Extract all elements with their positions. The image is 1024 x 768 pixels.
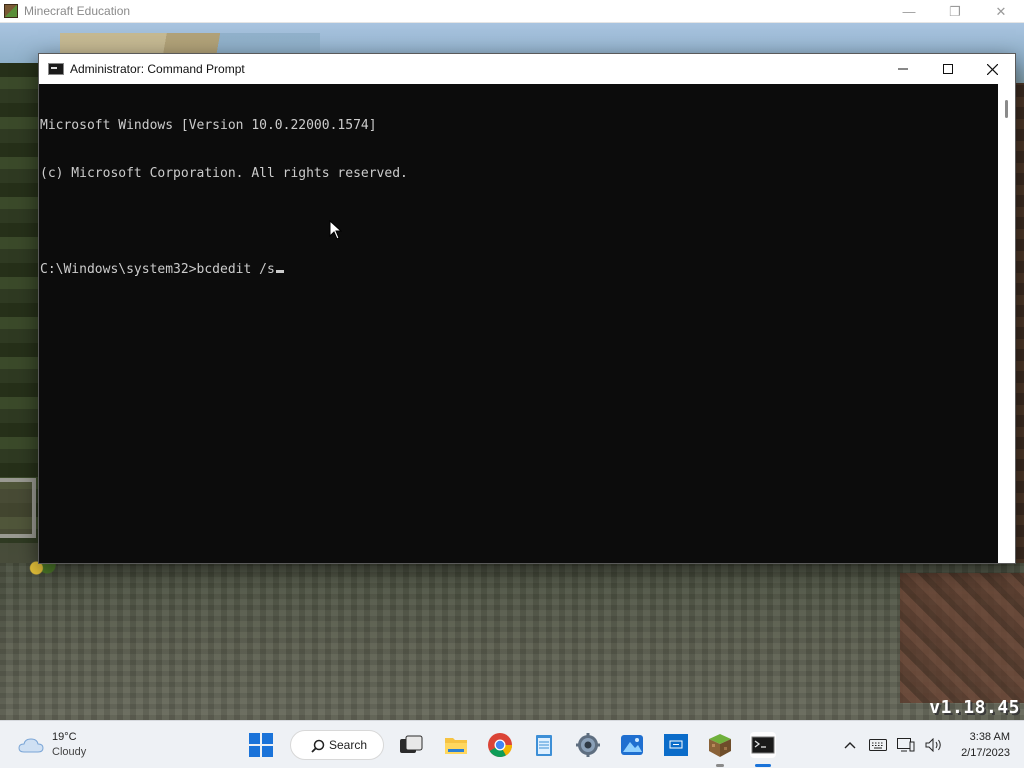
grass-ground xyxy=(0,563,1024,720)
cmd-window-controls xyxy=(880,54,1015,84)
taskbar-search-button[interactable]: Search xyxy=(290,730,384,760)
keyboard-button[interactable] xyxy=(868,735,888,755)
photos-icon xyxy=(621,735,643,755)
weather-widget[interactable]: 19°C Cloudy xyxy=(18,730,86,760)
cmd-minimize-button[interactable] xyxy=(880,54,925,84)
weather-temperature: 19°C xyxy=(52,731,77,743)
app-minimize-button[interactable]: — xyxy=(886,0,932,23)
start-icon-tile xyxy=(262,733,273,744)
show-hidden-icons-button[interactable] xyxy=(840,735,860,755)
photos-button[interactable] xyxy=(619,732,645,758)
minecraft-icon xyxy=(709,734,731,757)
console-line: (c) Microsoft Corporation. All rights re… xyxy=(40,166,408,181)
fence xyxy=(0,478,36,538)
app-close-button[interactable]: ✕ xyxy=(978,0,1024,23)
minecraft-app-icon xyxy=(4,4,18,18)
text-cursor xyxy=(275,270,284,273)
minecraft-button[interactable] xyxy=(707,732,733,767)
maximize-icon xyxy=(942,64,953,74)
cloud-icon xyxy=(18,738,44,753)
close-icon xyxy=(987,63,998,75)
file-explorer-button[interactable] xyxy=(443,732,469,758)
start-icon-tile xyxy=(249,733,260,744)
minimize-icon: — xyxy=(902,4,916,19)
close-icon: ✕ xyxy=(995,3,1007,19)
taskbar-clock[interactable]: 3:38 AM 2/17/2023 xyxy=(961,729,1010,761)
start-icon-tile xyxy=(249,746,260,757)
minimize-icon xyxy=(897,68,908,70)
display-network-icon xyxy=(897,738,915,752)
tree-trunk-right xyxy=(1015,83,1024,603)
settings-button[interactable] xyxy=(575,732,601,758)
command-prompt-button[interactable] xyxy=(750,732,776,767)
cmd-close-button[interactable] xyxy=(970,54,1015,84)
console-input-text[interactable]: C:\Windows\system32>bcdedit /s xyxy=(40,262,275,277)
search-label: Search xyxy=(329,738,368,752)
task-view-icon xyxy=(400,735,423,753)
dirt-blocks xyxy=(900,573,1024,703)
mouse-pointer-icon xyxy=(329,220,343,240)
clock-date: 2/17/2023 xyxy=(961,747,1010,759)
command-prompt-icon xyxy=(751,736,775,754)
cmd-maximize-button[interactable] xyxy=(925,54,970,84)
keyboard-icon xyxy=(869,739,887,751)
settings-icon xyxy=(576,733,600,757)
search-icon xyxy=(311,739,325,753)
app-title: Minecraft Education xyxy=(24,4,131,18)
command-prompt-window[interactable]: Administrator: Command Prompt Microsoft … xyxy=(38,53,1016,564)
tree-trunk-left xyxy=(0,63,40,543)
cmd-scrollbar[interactable] xyxy=(998,84,1015,563)
network-button[interactable] xyxy=(896,735,916,755)
system-tray xyxy=(836,721,948,768)
console-prompt-line[interactable]: C:\Windows\system32>bcdedit /s xyxy=(40,262,999,278)
file-explorer-icon xyxy=(445,738,467,754)
scrollbar-thumb[interactable] xyxy=(1005,100,1008,118)
restore-icon: ❐ xyxy=(949,3,961,19)
volume-icon xyxy=(925,738,941,752)
app-restore-button[interactable]: ❐ xyxy=(932,0,978,23)
command-prompt-icon xyxy=(48,63,64,75)
app-window-controls: — ❐ ✕ xyxy=(886,0,1024,23)
weather-condition: Cloudy xyxy=(52,746,87,758)
chrome-button[interactable] xyxy=(487,732,513,758)
app-title-bar[interactable]: Minecraft Education — ❐ ✕ xyxy=(0,0,1024,23)
chevron-up-icon xyxy=(844,742,856,749)
chrome-icon xyxy=(488,733,512,758)
clock-time: 3:38 AM xyxy=(969,731,1010,743)
cmd-console-output[interactable]: Microsoft Windows [Version 10.0.22000.15… xyxy=(39,84,999,563)
game-version-label: v1.18.45 xyxy=(929,697,1020,718)
start-button[interactable] xyxy=(249,733,273,757)
taskbar: 19°C Cloudy Search 3:38 AM 2/17/2023 xyxy=(0,720,1024,768)
start-icon-tile xyxy=(262,746,273,757)
console-line: Microsoft Windows [Version 10.0.22000.15… xyxy=(40,118,377,133)
cmd-title-bar[interactable]: Administrator: Command Prompt xyxy=(39,54,1015,84)
notepad-button[interactable] xyxy=(531,732,557,758)
notepad-icon xyxy=(536,735,552,756)
remote-desktop-button[interactable] xyxy=(663,732,689,758)
volume-button[interactable] xyxy=(924,735,944,755)
remote-desktop-icon xyxy=(664,734,688,756)
cmd-window-title: Administrator: Command Prompt xyxy=(70,62,245,76)
task-view-button[interactable] xyxy=(398,732,424,758)
